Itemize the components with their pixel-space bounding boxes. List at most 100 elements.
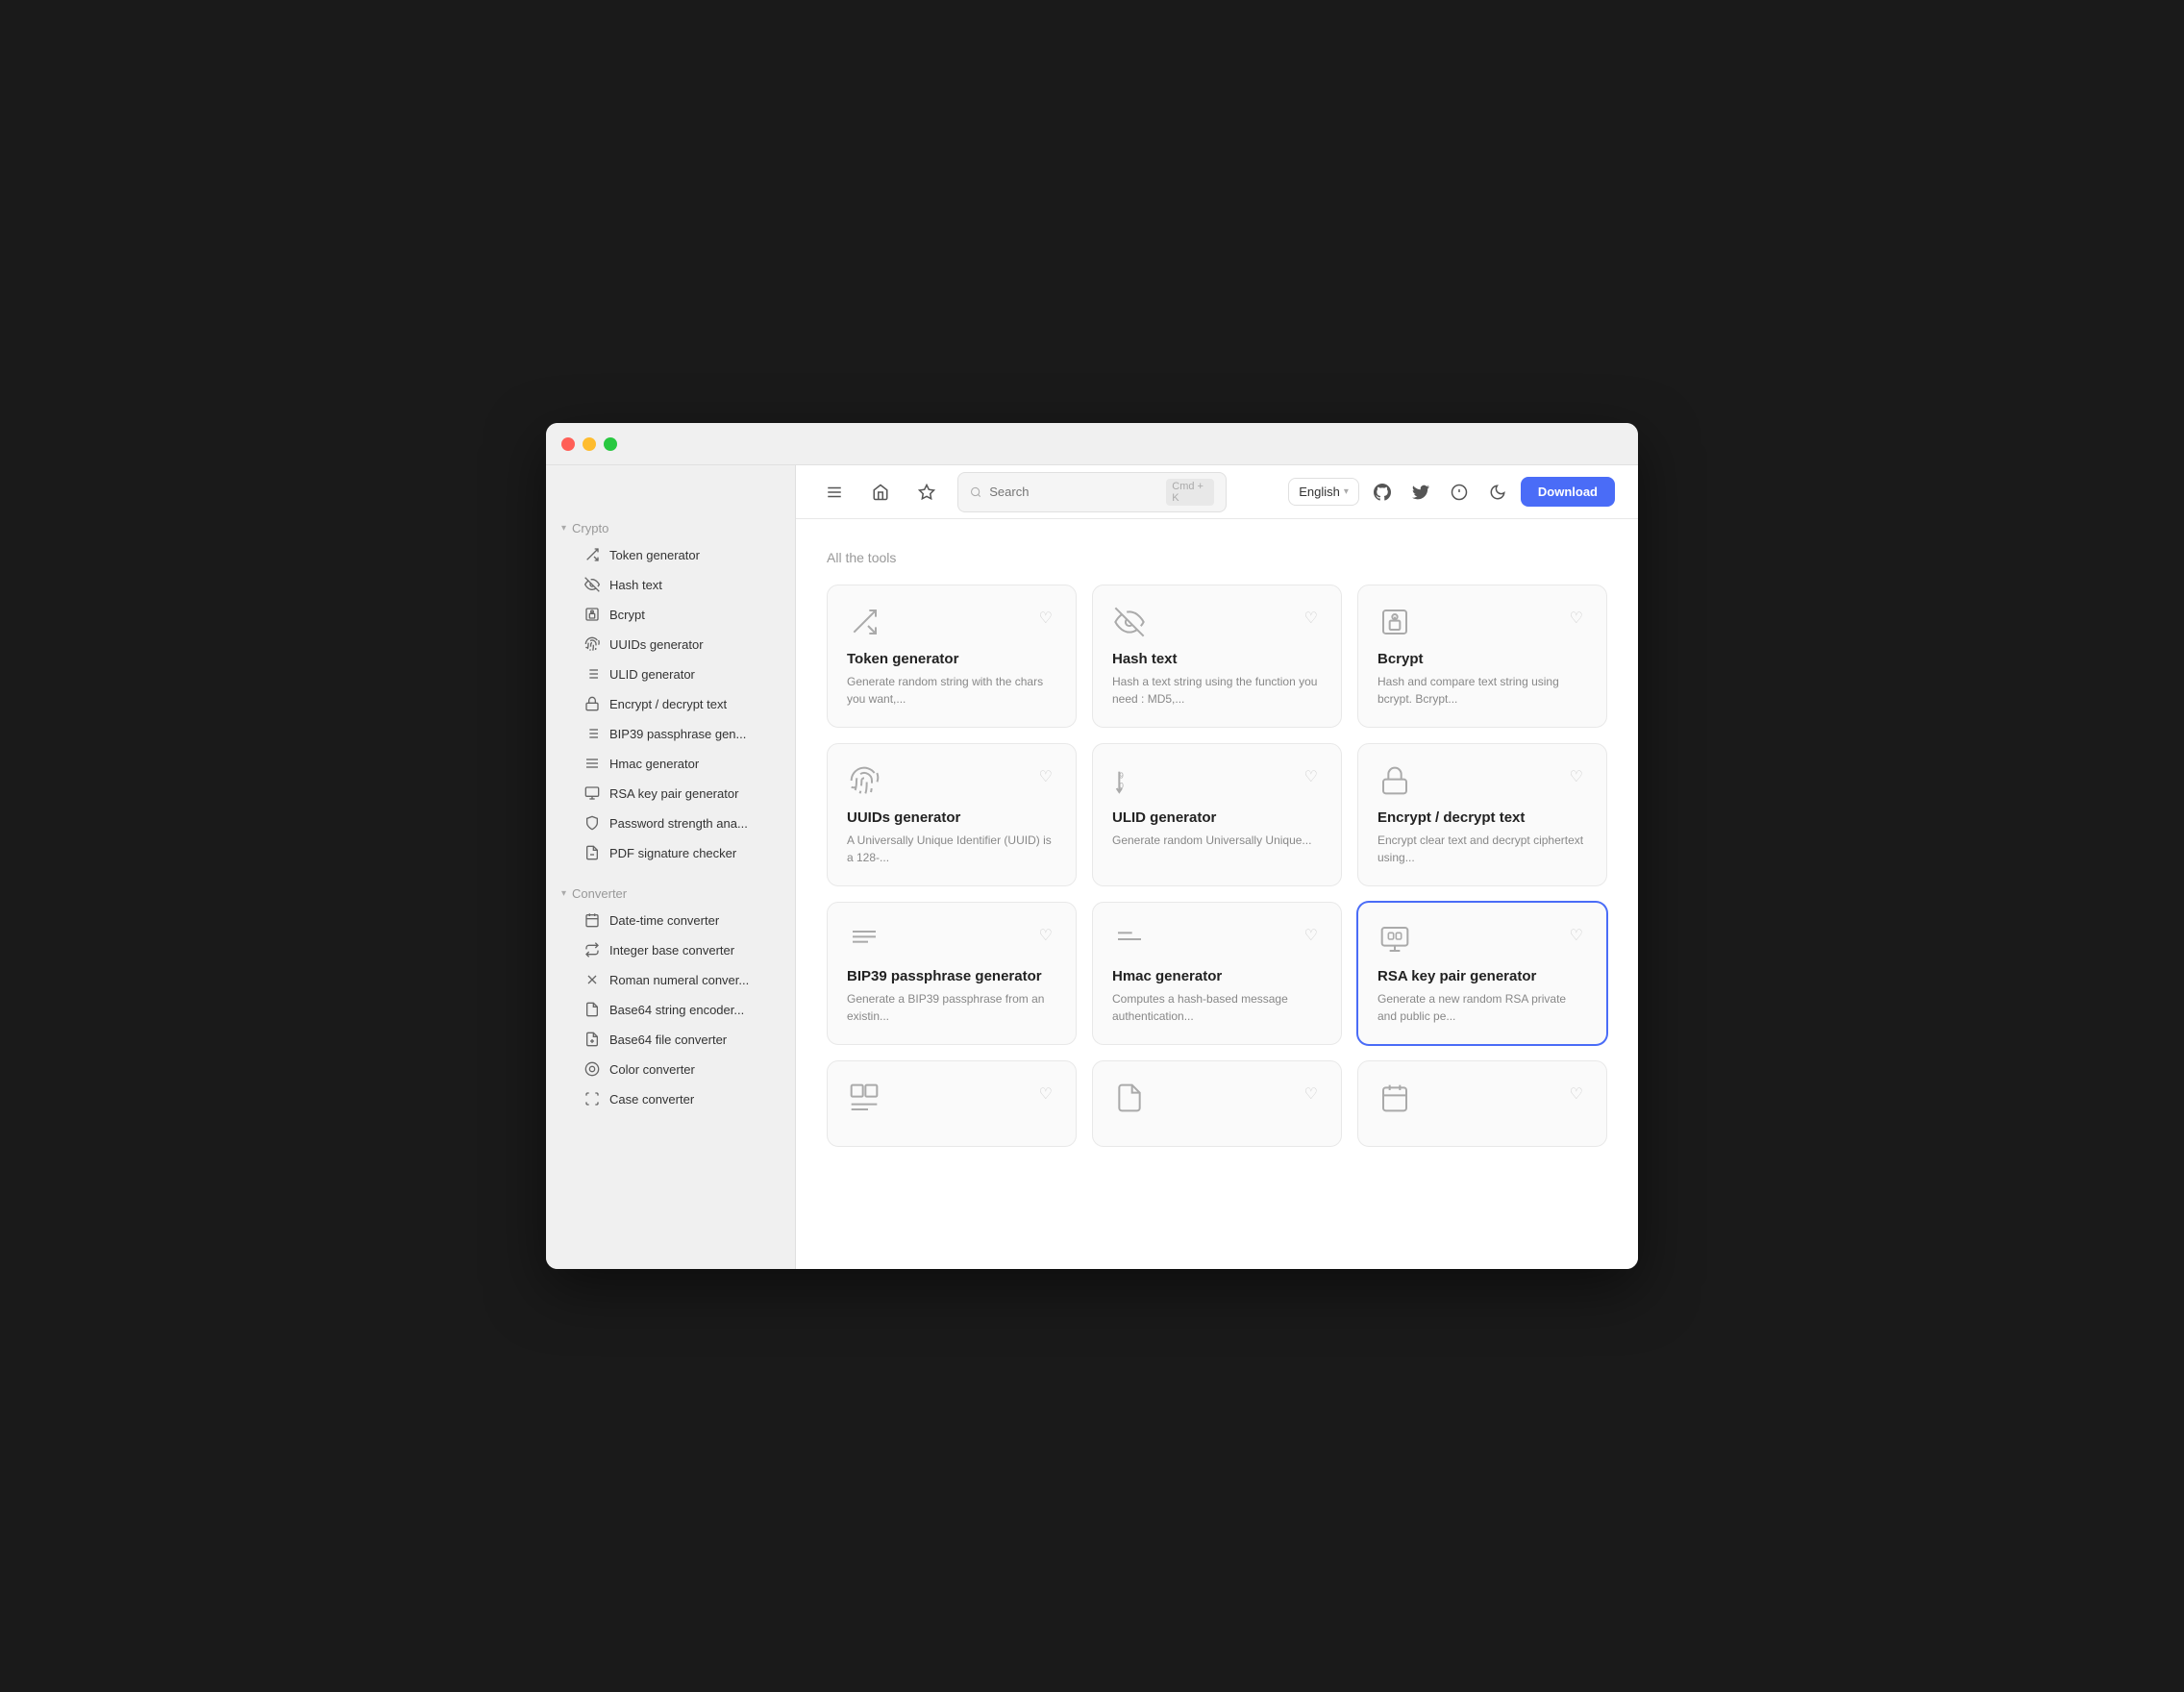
tool-card-hash-text[interactable]: ♡ Hash text Hash a text string using the… <box>1092 585 1342 728</box>
favorite-button[interactable]: ♡ <box>1301 605 1322 632</box>
home-button[interactable] <box>865 477 896 508</box>
tool-card-bcrypt[interactable]: ♡ Bcrypt Hash and compare text string us… <box>1357 585 1607 728</box>
settings-button[interactable] <box>911 477 942 508</box>
card-desc: Generate random Universally Unique... <box>1112 832 1322 849</box>
fingerprint-icon <box>847 763 881 798</box>
sidebar-item-rsa-key[interactable]: RSA key pair generator <box>554 779 787 808</box>
sidebar-case-label: Case converter <box>609 1092 694 1107</box>
sidebar-bcrypt-label: Bcrypt <box>609 608 645 622</box>
info-button[interactable] <box>1444 477 1475 508</box>
sidebar-token-generator-label: Token generator <box>609 548 700 562</box>
card-title: Token generator <box>847 651 1056 667</box>
sidebar-item-bcrypt[interactable]: Bcrypt <box>554 600 787 629</box>
favorite-button[interactable]: ♡ <box>1566 1081 1587 1107</box>
sidebar-roman-label: Roman numeral conver... <box>609 973 749 987</box>
main-content: All the tools ♡ Token generator Generate… <box>796 519 1638 1269</box>
sidebar-item-password-strength[interactable]: Password strength ana... <box>554 809 787 837</box>
sidebar-item-hmac[interactable]: Hmac generator <box>554 749 787 778</box>
minus-list-icon <box>584 756 600 771</box>
sidebar-item-base64-file[interactable]: Base64 file converter <box>554 1025 787 1054</box>
menu-button[interactable] <box>819 477 850 508</box>
favorite-button[interactable]: ♡ <box>1035 922 1056 949</box>
card-title: Hmac generator <box>1112 968 1322 984</box>
card-header: ♡ <box>1112 922 1322 957</box>
dark-mode-button[interactable] <box>1482 477 1513 508</box>
sidebar-item-color-converter[interactable]: Color converter <box>554 1055 787 1083</box>
sort-num-icon <box>584 666 600 682</box>
sidebar-password-label: Password strength ana... <box>609 816 748 831</box>
card-title: Hash text <box>1112 651 1322 667</box>
sidebar-item-case-converter[interactable]: Case converter <box>554 1084 787 1113</box>
sidebar-item-token-generator[interactable]: Token generator <box>554 540 787 569</box>
sidebar: ▾ Crypto Token generator H <box>546 465 796 1269</box>
github-button[interactable] <box>1367 477 1398 508</box>
card-title: RSA key pair generator <box>1377 968 1587 984</box>
sidebar-pdf-label: PDF signature checker <box>609 846 736 860</box>
sidebar-item-uuids-generator[interactable]: UUIDs generator <box>554 630 787 659</box>
lock-icon <box>584 696 600 711</box>
tool-card-encrypt-decrypt[interactable]: ♡ Encrypt / decrypt text Encrypt clear t… <box>1357 743 1607 886</box>
eye-off-icon <box>584 577 600 592</box>
favorite-button[interactable]: ♡ <box>1566 605 1587 632</box>
eye-off-icon <box>1112 605 1147 639</box>
twitter-button[interactable] <box>1405 477 1436 508</box>
sidebar-crypto-label: Crypto <box>572 521 608 535</box>
sidebar-item-integer-base[interactable]: Integer base converter <box>554 935 787 964</box>
search-icon <box>970 485 981 499</box>
card-desc: Generate a new random RSA private and pu… <box>1377 990 1587 1025</box>
chevron-down-icon: ▾ <box>1344 486 1349 497</box>
sidebar-section-crypto[interactable]: ▾ Crypto <box>546 513 795 539</box>
card-desc: Hash and compare text string using bcryp… <box>1377 673 1587 708</box>
card-desc: Generate random string with the chars yo… <box>847 673 1056 708</box>
tool-card-uuids[interactable]: ♡ UUIDs generator A Universally Unique I… <box>827 743 1077 886</box>
rsa-key-pair-icon <box>1377 922 1412 957</box>
tool-card-partial-11[interactable]: ♡ <box>1092 1060 1342 1147</box>
hmac-icon <box>1112 922 1147 957</box>
sidebar-encrypt-label: Encrypt / decrypt text <box>609 697 727 711</box>
card-header: 9 0 ♡ <box>1112 763 1322 798</box>
tool-card-ulid[interactable]: 9 0 ♡ ULID generator Generate random Uni… <box>1092 743 1342 886</box>
sidebar-item-base64-string[interactable]: Base64 string encoder... <box>554 995 787 1024</box>
topbar: Cmd + K English ▾ <box>796 465 1638 519</box>
card-header: ♡ <box>1377 1081 1587 1115</box>
favorite-button[interactable]: ♡ <box>1301 763 1322 790</box>
tool-card-partial-12[interactable]: ♡ <box>1357 1060 1607 1147</box>
roman-x-icon <box>584 972 600 987</box>
sidebar-item-date-time[interactable]: Date-time converter <box>554 906 787 934</box>
favorite-button[interactable]: ♡ <box>1566 763 1587 790</box>
favorite-button[interactable]: ♡ <box>1035 763 1056 790</box>
language-selector[interactable]: English ▾ <box>1288 478 1359 506</box>
sidebar-item-pdf-signature[interactable]: PDF signature checker <box>554 838 787 867</box>
favorite-button[interactable]: ♡ <box>1035 1081 1056 1107</box>
card-title: Bcrypt <box>1377 651 1587 667</box>
minimize-button[interactable] <box>583 437 596 451</box>
tool-card-rsa-key[interactable]: ♡ RSA key pair generator Generate a new … <box>1357 902 1607 1045</box>
maximize-button[interactable] <box>604 437 617 451</box>
base64-string-icon <box>584 1002 600 1017</box>
download-button[interactable]: Download <box>1521 477 1615 507</box>
chevron-down-icon: ▾ <box>561 888 566 899</box>
favorite-button[interactable]: ♡ <box>1566 922 1587 949</box>
tool-card-token-generator[interactable]: ♡ Token generator Generate random string… <box>827 585 1077 728</box>
sidebar-item-ulid-generator[interactable]: ULID generator <box>554 659 787 688</box>
search-input[interactable] <box>989 485 1158 499</box>
app-window: ▾ Crypto Token generator H <box>546 423 1638 1269</box>
search-bar[interactable]: Cmd + K <box>957 472 1227 512</box>
tool-card-bip39[interactable]: ♡ BIP39 passphrase generator Generate a … <box>827 902 1077 1045</box>
sidebar-item-bip39[interactable]: BIP39 passphrase gen... <box>554 719 787 748</box>
list-icon <box>584 726 600 741</box>
sidebar-item-encrypt-decrypt[interactable]: Encrypt / decrypt text <box>554 689 787 718</box>
sidebar-section-converter[interactable]: ▾ Converter <box>546 879 795 905</box>
sidebar-item-roman-numeral[interactable]: Roman numeral conver... <box>554 965 787 994</box>
sidebar-date-time-label: Date-time converter <box>609 913 719 928</box>
favorite-button[interactable]: ♡ <box>1301 1081 1322 1107</box>
sidebar-uuids-label: UUIDs generator <box>609 637 704 652</box>
card-title: Encrypt / decrypt text <box>1377 809 1587 826</box>
section-title: All the tools <box>827 550 1607 565</box>
favorite-button[interactable]: ♡ <box>1035 605 1056 632</box>
tool-card-hmac[interactable]: ♡ Hmac generator Computes a hash-based m… <box>1092 902 1342 1045</box>
favorite-button[interactable]: ♡ <box>1301 922 1322 949</box>
sidebar-item-hash-text[interactable]: Hash text <box>554 570 787 599</box>
close-button[interactable] <box>561 437 575 451</box>
tool-card-partial-10[interactable]: ♡ <box>827 1060 1077 1147</box>
